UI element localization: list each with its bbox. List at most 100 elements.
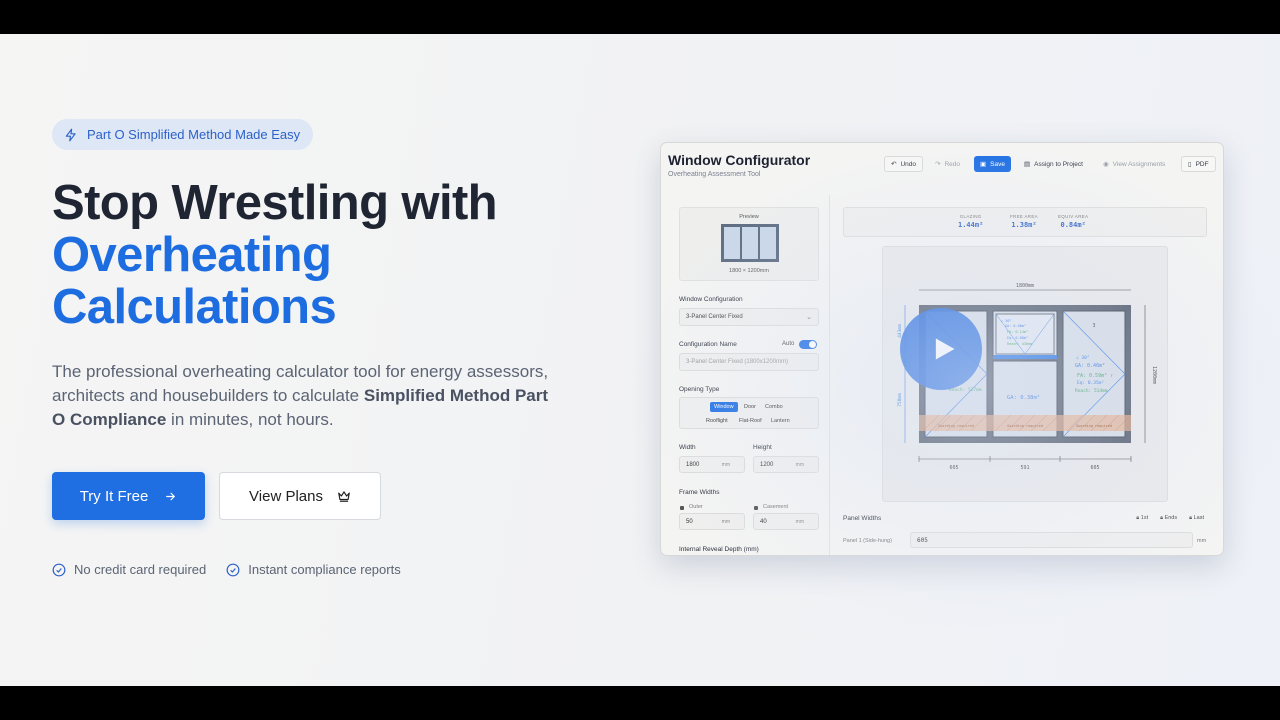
pdf-button[interactable]: ▯ PDF [1181,156,1216,172]
height-label: Height [753,444,772,451]
try-free-button[interactable]: Try It Free [52,472,205,520]
benefit-item: No credit card required [52,562,206,577]
config-sidebar: Preview 1800 × 1200mm Window Configurati… [668,195,830,555]
lock-last-option[interactable]: 🔒︎ Last [1189,515,1204,522]
height-input[interactable]: 1200 mm [753,456,819,473]
top-panel-reach: Reach: 430mm [1007,342,1032,346]
opening-type-window[interactable]: Window [710,402,738,412]
benefit-item: Instant compliance reports [226,562,401,577]
lock-first-option[interactable]: 🔒︎ 1st [1136,515,1148,522]
view-plans-label: View Plans [249,487,323,505]
panel-1-label: Panel 1 (Side-hung) [843,538,892,544]
window-preview: Preview 1800 × 1200mm [679,207,819,281]
view-assignments-button[interactable]: ◉ View Assignments [1097,156,1171,172]
window-config-value: 3-Panel Center Fixed [686,314,743,320]
window-config-select[interactable]: 3-Panel Center Fixed ⌄ [679,308,819,326]
stat-glazing: GLAZING 1.44m² [958,214,983,229]
opening-type-rooflight[interactable]: Rooflight [706,418,728,424]
opening-type-flat-roof[interactable]: Flat-Roof [739,418,762,424]
lock-ends-option[interactable]: 🔒︎ Ends [1160,515,1177,522]
lock-icon: 🔒︎ [1189,515,1193,521]
dim-bottom-2: 591 [1020,465,1029,471]
redo-icon: ↷ [935,161,941,168]
casement-swatch [754,506,758,510]
description-tail: in minutes, not hours. [166,410,334,429]
stat-glazing-value: 1.44m² [958,221,984,229]
opening-type-label: Opening Type [679,386,720,393]
crown-icon [338,491,350,502]
panel-1-unit: mm [1197,538,1207,544]
stat-free-value: 1.38m² [1011,221,1037,229]
panel-3-ga: GA: 0.46m² [1075,363,1105,369]
letterbox-top [0,0,1280,34]
lock-ends-label: Ends [1164,515,1178,521]
dim-bottom-3: 605 [1090,465,1099,471]
chevron-down-icon: ⌄ [806,314,812,321]
width-value: 1800 [686,461,700,468]
hero-section: Part O Simplified Method Made Easy Stop … [0,34,1280,686]
outer-swatch [680,506,684,510]
casement-width-input[interactable]: 40 mm [753,513,819,530]
width-label: Width [679,444,696,451]
outer-label: Outer [689,504,703,510]
casement-unit: mm [795,519,804,525]
panel-3-fa: FA: 0.59m² ↑ [1077,373,1113,379]
guarding-label-3: Guarding required [1076,424,1112,428]
video-play-button[interactable] [900,308,982,390]
outer-unit: mm [721,519,730,525]
feature-badge: Part O Simplified Method Made Easy [52,119,314,150]
undo-button[interactable]: ↶ Undo [884,156,923,172]
dim-top: 1800mm [1016,283,1034,289]
letterbox-bottom [0,686,1280,720]
window-config-label: Window Configuration [679,296,743,303]
eye-icon: ◉ [1103,161,1109,168]
panel-3-angle: ∠ 30° [1076,355,1090,361]
outer-width-input[interactable]: 50 mm [679,513,745,530]
guarding-label-1: Guarding required [938,424,974,428]
stat-free-label: FREE AREA [1010,214,1038,219]
view-assignments-label: View Assignments [1112,160,1166,168]
badge-text: Part O Simplified Method Made Easy [87,127,301,142]
pdf-label: PDF [1195,160,1209,168]
center-panel-ga: GA: 0.38m² [1007,394,1040,401]
drawing-area: GLAZING 1.44m² FREE AREA 1.38m² EQUIV AR… [831,195,1218,555]
lightning-icon [65,128,76,141]
check-circle-icon [52,563,66,576]
check-circle-icon [226,563,240,576]
guarding-label-2: Guarding required [1007,424,1043,428]
panel-widths-label: Panel Widths [843,515,882,522]
panel-3-reach: Reach: 514mm [1075,388,1108,394]
width-input[interactable]: 1800 mm [679,456,745,473]
top-panel-ga: GA: 0.08m² [1005,324,1026,328]
stat-free-area: FREE AREA 1.38m² [1010,214,1038,229]
config-name-placeholder: 3-Panel Center Fixed (1800x1200mm) [686,359,789,365]
redo-label: Redo [944,160,960,168]
redo-button[interactable]: ↷ Redo [929,156,966,172]
panel-1-width-input[interactable]: 605 [910,532,1193,548]
app-title: Window Configurator [668,152,811,168]
width-unit: mm [721,462,730,468]
opening-type-door[interactable]: Door [744,404,756,410]
benefit-text: No credit card required [74,562,207,577]
stat-equiv-label: EQUIV AREA [1058,214,1089,219]
auto-name-toggle[interactable] [799,340,817,349]
try-free-label: Try It Free [79,487,149,505]
save-button[interactable]: ▣ Save [974,156,1011,172]
view-plans-button[interactable]: View Plans [219,472,381,520]
opening-type-group: Window Door Combo Rooflight Flat-Roof La… [679,397,819,429]
lock-last-label: Last [1193,515,1204,521]
top-panel-fa: FA: 0.14m² [1007,330,1028,334]
top-panel-eq: Eq: 0.08m² [1007,336,1028,340]
assign-to-project-button[interactable]: ▤ Assign to Project [1018,156,1089,172]
area-stats: GLAZING 1.44m² FREE AREA 1.38m² EQUIV AR… [843,207,1207,237]
play-icon [935,338,954,360]
opening-type-combo[interactable]: Combo [765,404,783,410]
dim-bottom-1: 605 [949,465,958,471]
opening-type-lantern[interactable]: Lantern [771,418,790,424]
undo-icon: ↶ [891,161,897,168]
config-name-input[interactable]: 3-Panel Center Fixed (1800x1200mm) [679,353,819,371]
file-icon: ▯ [1188,161,1192,168]
save-label: Save [990,160,1005,168]
assign-label: Assign to Project [1034,160,1083,168]
preview-label: Preview [739,214,759,220]
